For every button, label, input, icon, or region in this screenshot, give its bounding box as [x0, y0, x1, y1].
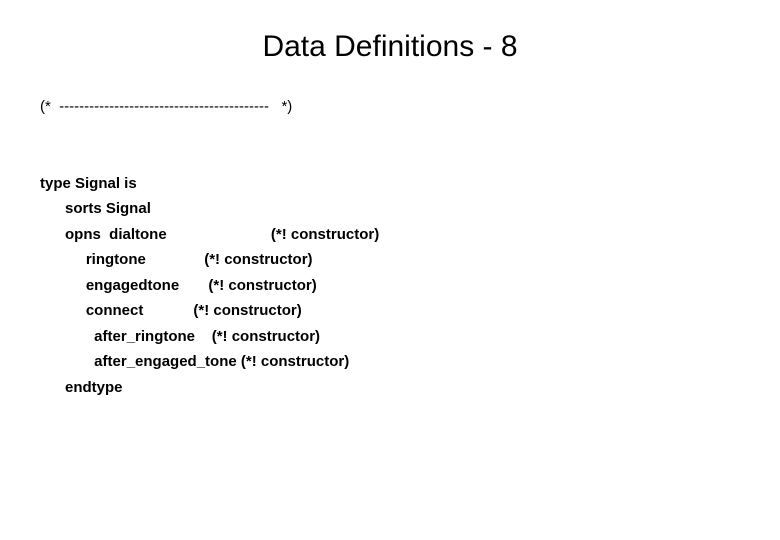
opns-after-engaged: after_engaged_tone: [40, 353, 237, 370]
type-decl: type Signal is: [40, 175, 137, 192]
opns-after-ringtone: after_ringtone: [40, 328, 195, 345]
opns-connect: connect: [40, 302, 143, 319]
opns-engagedtone: engagedtone: [40, 277, 179, 294]
engagedtone-comment: (*! constructor): [208, 277, 316, 294]
connect-comment: (*! constructor): [193, 302, 301, 319]
page-title: Data Definitions - 8: [40, 30, 740, 64]
ringtone-comment: (*! constructor): [204, 251, 312, 268]
dialtone-comment: (*! constructor): [271, 226, 379, 243]
opns-dialtone: opns dialtone: [40, 226, 167, 243]
slide: Data Definitions - 8 (* ----------------…: [0, 0, 780, 540]
comment-line: (* -------------------------------------…: [40, 98, 292, 115]
after-engaged-comment: (*! constructor): [241, 353, 349, 370]
after-ringtone-comment: (*! constructor): [212, 328, 320, 345]
code-block: (* -------------------------------------…: [40, 94, 740, 400]
sorts-line: sorts Signal: [40, 200, 151, 217]
opns-ringtone: ringtone: [40, 251, 146, 268]
endtype: endtype: [40, 379, 123, 396]
